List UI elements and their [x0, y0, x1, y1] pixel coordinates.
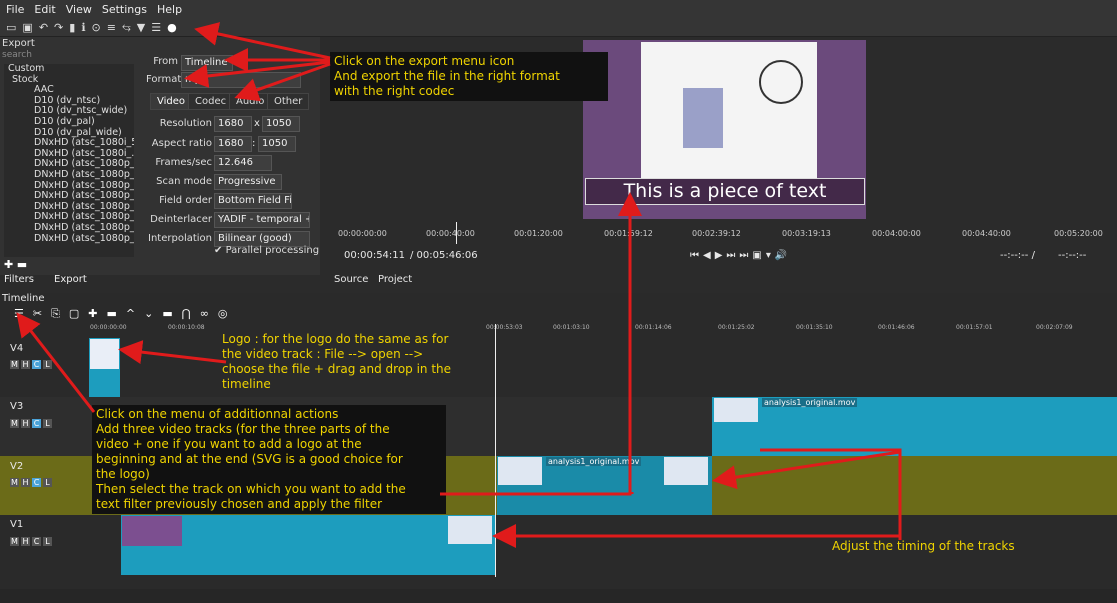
annotation-arrows: [16, 22, 902, 548]
arrow-to-menu: [16, 312, 96, 413]
arrow-to-v2-end: [712, 450, 901, 490]
arrow-to-export-icon: [194, 22, 331, 60]
arrow-to-logo: [118, 340, 227, 365]
arrow-to-text-overlay: [440, 192, 642, 496]
arrow-to-codec: [234, 62, 331, 102]
